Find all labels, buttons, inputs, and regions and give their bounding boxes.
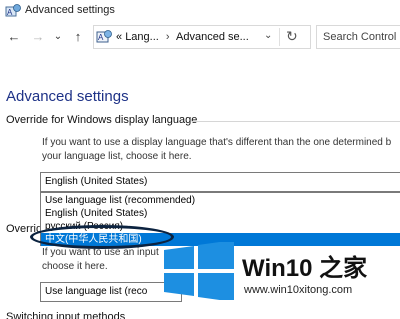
switching-input-methods-heading: Switching input methods [6, 311, 126, 319]
forward-arrow-icon[interactable]: → [30, 29, 46, 45]
svg-text:A: A [7, 8, 13, 17]
display-language-select[interactable]: English (United States) [40, 172, 400, 192]
breadcrumb: « Lang... › Advanced se... [116, 31, 249, 43]
address-dropdown-icon[interactable]: ⌄ [264, 30, 272, 41]
watermark-title: Win10 之家 [242, 255, 368, 282]
refresh-icon[interactable]: ↻ [286, 28, 298, 45]
windows-logo-icon [164, 242, 234, 300]
window-title: Advanced settings [25, 4, 115, 16]
section-divider [192, 121, 400, 122]
address-bar[interactable]: A « Lang... › Advanced se... ⌄ ↻ [93, 25, 311, 49]
control-panel-icon: A [5, 4, 21, 17]
search-box[interactable]: Search Control P [316, 25, 400, 49]
breadcrumb-separator: › [165, 31, 170, 43]
input-method-selected-value: Use language list (reco [45, 286, 148, 297]
language-settings-icon: A [96, 30, 112, 43]
address-divider [279, 28, 280, 46]
svg-text:A: A [98, 33, 104, 42]
input-method-description-line1: If you want to use an input [42, 247, 159, 258]
back-arrow-icon[interactable]: ← [6, 29, 22, 45]
address-toolbar: ← → ⌄ ↑ A « Lang... › Advanced se... ⌄ ↻… [0, 24, 400, 52]
watermark-url: www.win10xitong.com [244, 284, 353, 296]
page-title: Advanced settings [6, 88, 129, 105]
search-placeholder: Search Control P [323, 31, 400, 43]
display-language-description-line1: If you want to use a display language th… [42, 137, 392, 148]
input-method-description-line2: choose it here. [42, 261, 108, 272]
title-bar: A Advanced settings [0, 0, 400, 22]
breadcrumb-prefix: « [116, 31, 123, 43]
recent-locations-chevron-icon[interactable]: ⌄ [50, 29, 66, 45]
watermark: Win10 之家 www.win10xitong.com [160, 242, 400, 304]
breadcrumb-language[interactable]: Lang... [125, 31, 159, 43]
display-language-description-line2: your language list, choose it here. [42, 151, 192, 162]
display-language-selected-value: English (United States) [45, 176, 148, 187]
breadcrumb-advanced-settings[interactable]: Advanced se... [176, 31, 249, 43]
language-option[interactable]: English (United States) [41, 207, 400, 220]
up-arrow-icon[interactable]: ↑ [70, 29, 86, 45]
language-option[interactable]: Use language list (recommended) [41, 194, 400, 207]
display-language-heading: Override for Windows display language [6, 114, 198, 126]
